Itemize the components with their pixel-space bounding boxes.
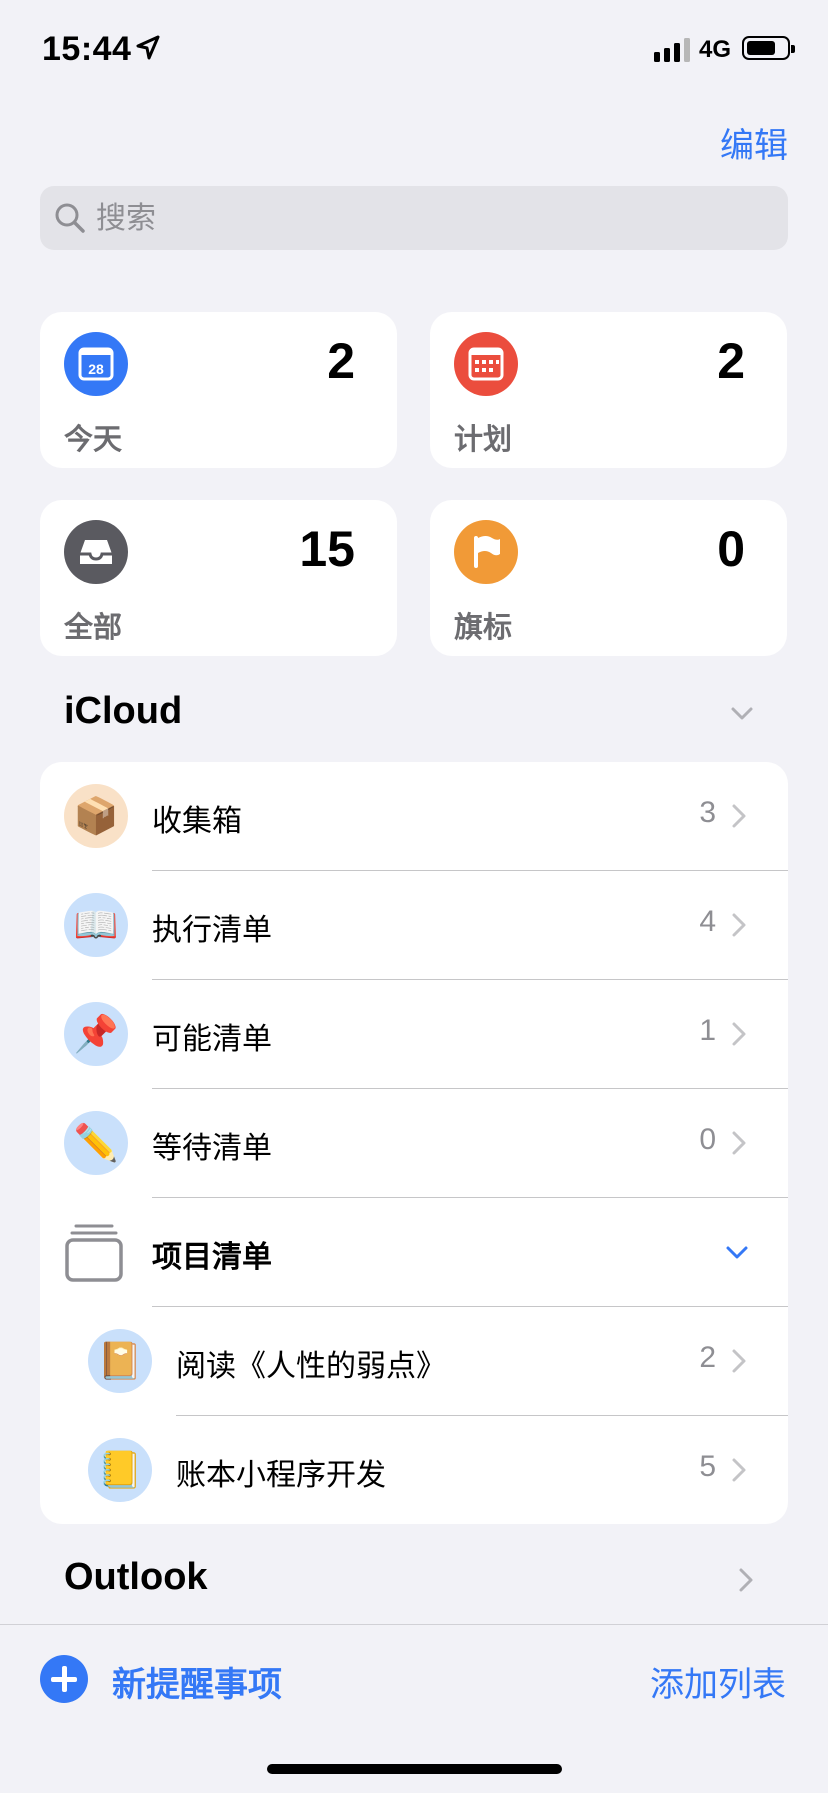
plus-circle-icon — [40, 1655, 88, 1703]
list-item-label: 阅读《人性的弱点》 — [176, 1350, 446, 1383]
list-item-maybe[interactable]: 📌 可能清单 1 — [40, 980, 788, 1089]
list-item-next-actions[interactable]: 📖 执行清单 4 — [40, 871, 788, 980]
list-item-count: 5 — [699, 1450, 716, 1483]
tray-icon — [64, 520, 128, 584]
chevron-down-icon[interactable] — [728, 700, 756, 728]
all-label: 全部 — [64, 612, 123, 644]
today-label: 今天 — [64, 424, 123, 456]
scheduled-label: 计划 — [454, 424, 513, 456]
flagged-count: 0 — [717, 521, 745, 577]
flag-icon — [454, 520, 518, 584]
list-item-label: 可能清单 — [152, 1023, 272, 1056]
list-item-count: 0 — [699, 1123, 716, 1156]
chevron-down-icon[interactable] — [724, 1240, 750, 1266]
scheduled-count: 2 — [717, 333, 745, 389]
ledger-icon: 📒 — [88, 1438, 152, 1502]
list-item-label: 收集箱 — [152, 805, 242, 838]
list-item-ledger[interactable]: 📒 账本小程序开发 5 — [40, 1416, 788, 1524]
pushpin-icon: 📌 — [64, 1002, 128, 1066]
today-date: 28 — [88, 361, 104, 377]
network-type: 4G — [699, 36, 732, 63]
icloud-lists: 📦 收集箱 3 📖 执行清单 4 📌 可能清单 1 ✏️ 等待清单 0 项目清单 — [40, 762, 788, 1524]
flagged-label: 旗标 — [454, 612, 513, 644]
search-icon — [55, 203, 85, 233]
chevron-right-icon[interactable] — [736, 1566, 756, 1594]
list-item-inbox[interactable]: 📦 收集箱 3 — [40, 762, 788, 871]
outlook-section-title[interactable]: Outlook — [64, 1556, 208, 1599]
notebook-icon: 📔 — [88, 1329, 152, 1393]
list-item-label: 账本小程序开发 — [176, 1459, 386, 1492]
chevron-right-icon — [732, 913, 746, 937]
list-item-count: 4 — [699, 905, 716, 938]
list-item-label: 等待清单 — [152, 1132, 272, 1165]
chevron-right-icon — [732, 1022, 746, 1046]
chevron-right-icon — [732, 1131, 746, 1155]
list-item-count: 1 — [699, 1014, 716, 1047]
list-group-projects[interactable]: 项目清单 — [40, 1198, 788, 1307]
smart-list-scheduled[interactable]: 2 计划 — [430, 312, 787, 468]
list-item-label: 执行清单 — [152, 914, 272, 947]
stacked-lists-icon — [65, 1224, 123, 1282]
icloud-section-title[interactable]: iCloud — [64, 690, 182, 733]
edit-button[interactable]: 编辑 — [720, 118, 788, 167]
calendar-today-icon: 28 — [64, 332, 128, 396]
list-item-reading[interactable]: 📔 阅读《人性的弱点》 2 — [40, 1307, 788, 1416]
chevron-right-icon — [732, 804, 746, 828]
list-item-count: 3 — [699, 796, 716, 829]
list-item-count: 2 — [699, 1341, 716, 1374]
status-time: 15:44 — [42, 30, 132, 68]
search-input[interactable] — [94, 196, 758, 242]
calendar-grid-icon — [454, 332, 518, 396]
group-label: 项目清单 — [152, 1241, 272, 1274]
all-count: 15 — [299, 521, 355, 577]
book-icon: 📖 — [64, 893, 128, 957]
add-list-button[interactable]: 添加列表 — [650, 1657, 786, 1706]
chevron-right-icon — [732, 1458, 746, 1482]
pencil-icon: ✏️ — [64, 1111, 128, 1175]
list-item-waiting[interactable]: ✏️ 等待清单 0 — [40, 1089, 788, 1198]
location-arrow-icon — [136, 35, 160, 60]
home-indicator — [267, 1764, 562, 1774]
chevron-right-icon — [732, 1349, 746, 1373]
status-bar: 15:44 4G — [0, 0, 828, 100]
smart-list-all[interactable]: 15 全部 — [40, 500, 397, 656]
smart-list-flagged[interactable]: 0 旗标 — [430, 500, 787, 656]
new-reminder-label: 新提醒事项 — [112, 1666, 282, 1704]
package-icon: 📦 — [64, 784, 128, 848]
smart-list-today[interactable]: 28 2 今天 — [40, 312, 397, 468]
today-count: 2 — [327, 333, 355, 389]
battery-icon — [742, 36, 795, 60]
search-bar[interactable] — [40, 186, 788, 250]
cellular-signal-icon — [654, 38, 690, 62]
